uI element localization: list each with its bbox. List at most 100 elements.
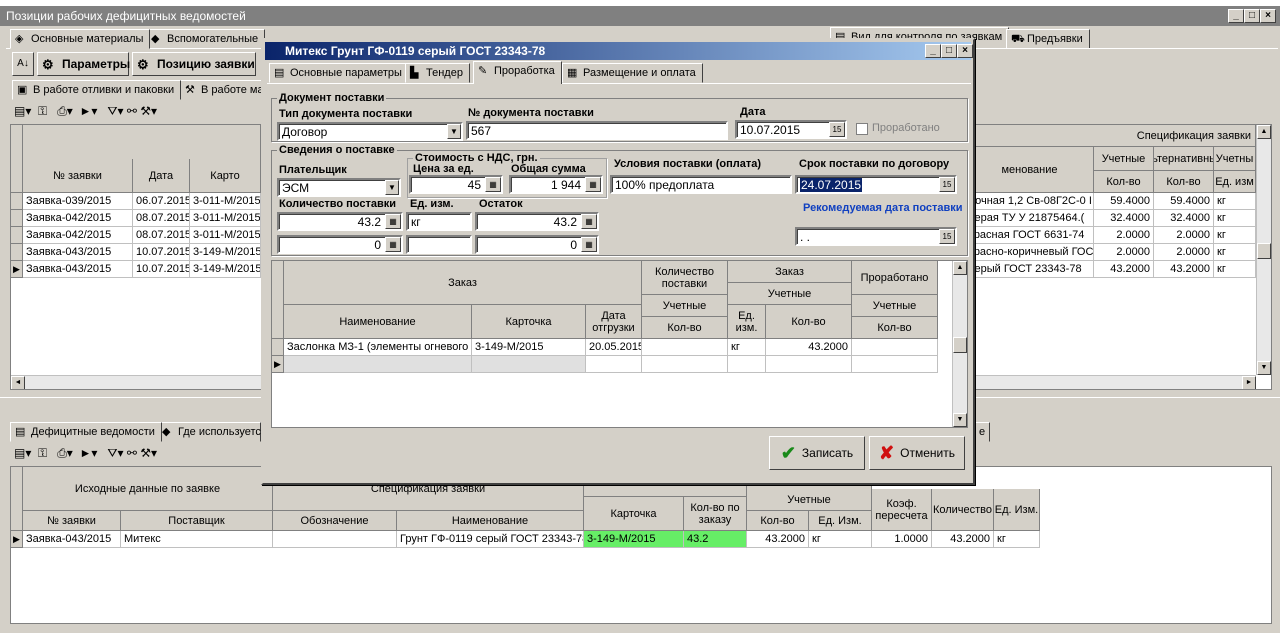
lower-cell-qty[interactable]: 43.2000	[747, 531, 809, 548]
upper-cell[interactable]: 3-011-М/2015	[190, 227, 261, 244]
lower-cell-card[interactable]: 3-149-М/2015	[584, 531, 684, 548]
dcell-unit[interactable]: кг	[728, 339, 766, 356]
upper-cell[interactable]: 3-011-М/2015	[190, 193, 261, 210]
dcell-qty2[interactable]: 43.2000	[766, 339, 852, 356]
dcell-new-qty[interactable]	[642, 356, 728, 373]
dgh-ship-date[interactable]: Дата отгрузки	[586, 305, 642, 339]
upper-right-cell[interactable]: рочная 1,2 Св-08Г2С-0 І	[966, 193, 1094, 210]
upper-right-cell[interactable]: кг	[1214, 193, 1256, 210]
dcell-new-qty2[interactable]	[766, 356, 852, 373]
upper-cell[interactable]: 08.07.2015	[133, 227, 190, 244]
dropdown-arrow-icon[interactable]: ▼	[447, 124, 461, 139]
col-qty-lower[interactable]: Кол-во	[747, 511, 809, 531]
col-qty-order-lower[interactable]: Кол-во по заказу	[684, 497, 747, 531]
dcell-qty3[interactable]	[852, 339, 938, 356]
binoculars-icon[interactable]: ⚯	[127, 104, 137, 118]
col-unit-right[interactable]: Ед. изм	[1214, 171, 1256, 193]
rest-input[interactable]: 43.2 ▦	[475, 212, 599, 231]
dcell-new-card[interactable]	[472, 356, 586, 373]
upper-right-cell[interactable]: 43.2000	[1154, 261, 1214, 278]
lower-cell-supplier[interactable]: Митекс	[121, 531, 273, 548]
dcell-new-unit[interactable]	[728, 356, 766, 373]
doc-type-select[interactable]: Договор ▼	[277, 122, 463, 141]
col-card-lower[interactable]: Карточка	[584, 497, 684, 531]
payer-dropdown-icon[interactable]: ▼	[385, 180, 399, 195]
dtab-main-params[interactable]: ▤ Основные параметры	[269, 63, 409, 83]
tools-icon-2[interactable]: ⚒▾	[140, 446, 157, 460]
upper-cell[interactable]: Заявка-039/2015	[23, 193, 133, 210]
dgh-card[interactable]: Карточка	[472, 305, 586, 339]
upper-right-cell[interactable]: серый ГОСТ 23343-78	[966, 261, 1094, 278]
print-icon[interactable]: ⎙▾	[57, 104, 73, 118]
unit-price-input[interactable]: 45 ▦	[409, 175, 503, 194]
scroll-thumb[interactable]	[1257, 243, 1271, 259]
lower-cell-unit[interactable]: кг	[809, 531, 872, 548]
save-button[interactable]: ✔ Записать	[769, 436, 865, 470]
scroll-right-icon[interactable]: ►	[1242, 376, 1256, 389]
dcell-new-ship[interactable]	[586, 356, 642, 373]
upper-cell[interactable]: 08.07.2015	[133, 210, 190, 227]
calendar-icon-3[interactable]: 15	[939, 229, 955, 244]
dialog-close-icon[interactable]: ×	[957, 44, 973, 58]
lower-cell-quantity[interactable]: 43.2000	[932, 531, 994, 548]
lower-cell-request[interactable]: Заявка-043/2015	[23, 531, 121, 548]
col-qty2-right[interactable]: Кол-во	[1154, 171, 1214, 193]
upper-right-cell[interactable]: 59.4000	[1154, 193, 1214, 210]
tab-work-ma[interactable]: ⚒ В работе ма	[180, 80, 264, 100]
tab-casting-work[interactable]: ▣ В работе отливки и паковки	[12, 80, 182, 100]
col-card[interactable]: Карто	[190, 159, 261, 193]
total-input[interactable]: 1 944 ▦	[509, 175, 603, 194]
col-accounting-lower[interactable]: Учетные	[747, 489, 872, 511]
new-doc-icon-2[interactable]: ▤▾	[14, 446, 31, 460]
rec-date-input[interactable]: . . 15	[795, 227, 957, 246]
upper-cell[interactable]: 3-149-М/2015	[190, 244, 261, 261]
tools-icon[interactable]: ⚒▾	[140, 104, 157, 118]
upper-right-cell[interactable]: 2.0000	[1094, 227, 1154, 244]
scroll-down-icon[interactable]: ▼	[1257, 361, 1271, 375]
upper-right-cell[interactable]: 2.0000	[1154, 244, 1214, 261]
dialog-scroll-thumb[interactable]	[953, 337, 967, 353]
col-coef-lower[interactable]: Коэф. пересчета	[872, 489, 932, 531]
parameters-button[interactable]: ⚙ Параметры	[37, 52, 130, 76]
dialog-scroll-up-icon[interactable]: ▲	[953, 261, 967, 275]
lower-cell-unit2[interactable]: кг	[994, 531, 1040, 548]
worked-checkbox[interactable]	[856, 123, 868, 135]
lock-icon-2[interactable]: ⚿	[38, 446, 47, 460]
filter-icon-2[interactable]: ⛛▾	[107, 446, 123, 460]
upper-cell[interactable]: Заявка-043/2015	[23, 244, 133, 261]
upper-right-cell[interactable]: 32.4000	[1154, 210, 1214, 227]
col-accounting-right[interactable]: Учетные	[1094, 147, 1154, 171]
calculator-icon[interactable]: ▦	[485, 177, 501, 192]
lower-cell-designation[interactable]	[273, 531, 397, 548]
dtab-elaboration[interactable]: ✎ Проработка	[473, 61, 562, 84]
qty2-calculator-icon[interactable]: ▦	[385, 237, 401, 252]
col-designation-lower[interactable]: Обозначение	[273, 511, 397, 531]
print-icon-2[interactable]: ⎙▾	[57, 446, 73, 460]
qty-input[interactable]: 43.2 ▦	[277, 212, 403, 231]
col-unit2-lower[interactable]: Ед. Изм.	[994, 489, 1040, 531]
lower-cell-name[interactable]: Грунт ГФ-0119 серый ГОСТ 23343-78	[397, 531, 584, 548]
calculator-icon-2[interactable]: ▦	[585, 177, 601, 192]
minimize-icon[interactable]: _	[1228, 9, 1244, 23]
cancel-button[interactable]: ✘ Отменить	[869, 436, 965, 470]
dialog-minimize-icon[interactable]: _	[925, 44, 941, 58]
dgh-unit[interactable]: Ед. изм.	[728, 305, 766, 339]
col-date[interactable]: Дата	[133, 159, 190, 193]
dialog-maximize-icon[interactable]: □	[941, 44, 957, 58]
tab-deficit-lists[interactable]: ▤ Дефицитные ведомости	[10, 422, 162, 442]
request-position-button[interactable]: ⚙ Позицию заявки	[132, 52, 256, 76]
close-icon[interactable]: ×	[1260, 9, 1276, 23]
terms-input[interactable]: 100% предоплата	[610, 175, 792, 194]
col-request-lower[interactable]: № заявки	[23, 511, 121, 531]
tab-main-materials[interactable]: ◈ Основные материалы	[10, 29, 151, 49]
dgh-qty[interactable]: Кол-во	[642, 317, 728, 339]
tab-auxiliary[interactable]: ◆ Вспомогательные	[146, 29, 266, 49]
upper-right-cell[interactable]: кг	[1214, 227, 1256, 244]
binoculars-icon-2[interactable]: ⚯	[127, 446, 137, 460]
upper-right-cell[interactable]: 43.2000	[1094, 261, 1154, 278]
upper-cell[interactable]: 3-149-М/2015	[190, 261, 261, 278]
upper-right-cell[interactable]: 2.0000	[1154, 227, 1214, 244]
payer-select[interactable]: ЭСМ ▼	[277, 178, 401, 197]
col-qty-right[interactable]: Кол-во	[1094, 171, 1154, 193]
dtab-placement-payment[interactable]: ▦ Размещение и оплата	[562, 63, 703, 83]
